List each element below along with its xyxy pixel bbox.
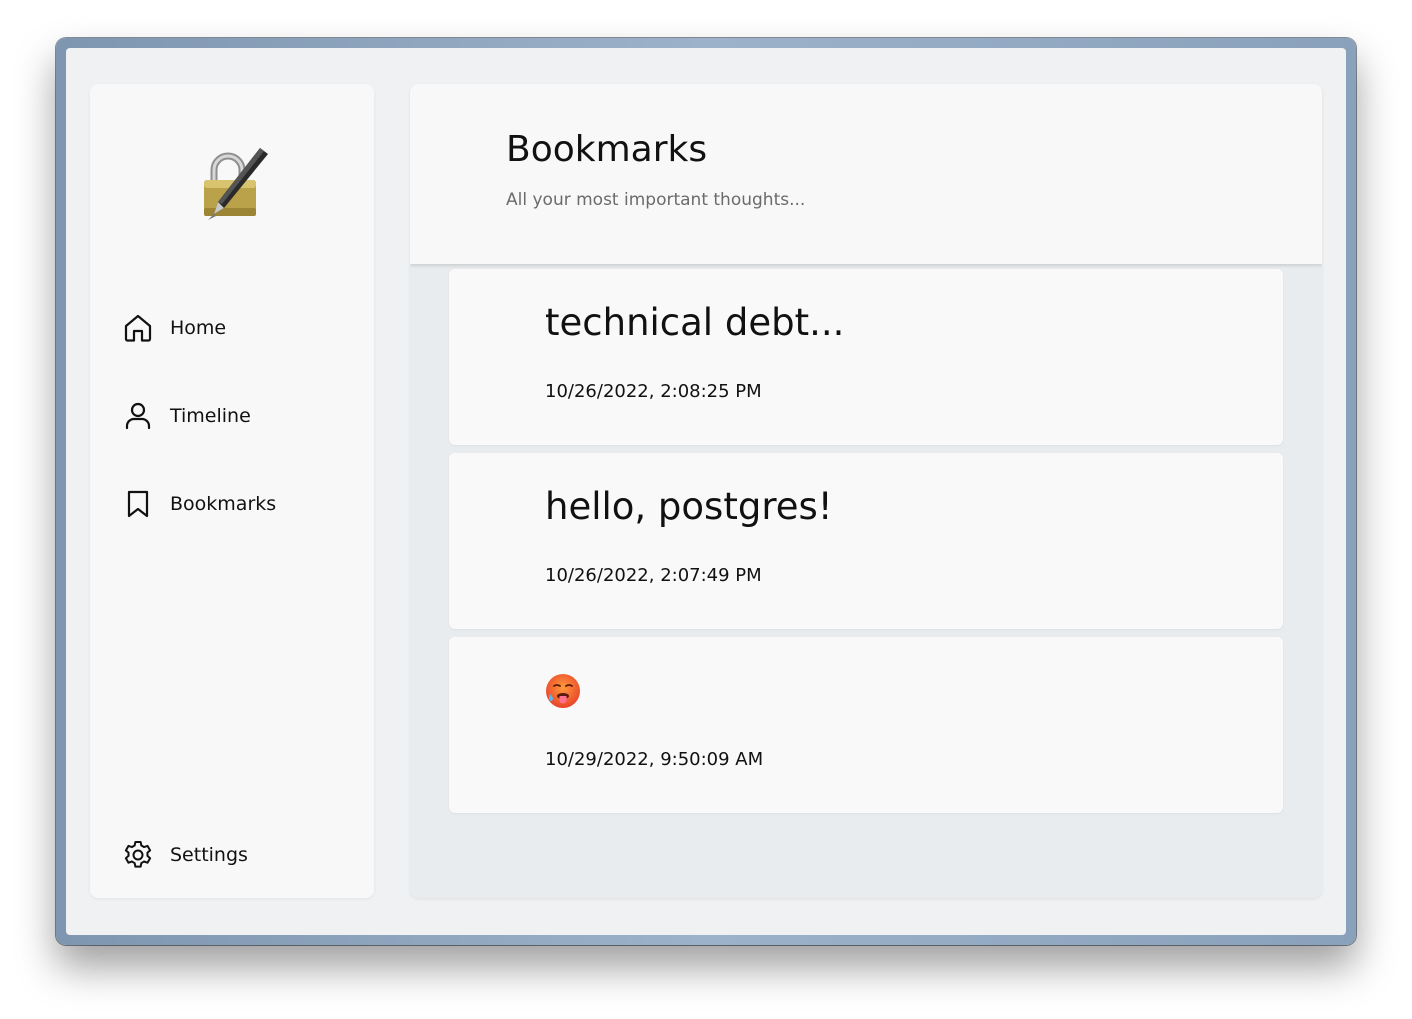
sidebar-item-label: Home	[170, 317, 227, 339]
page-title: Bookmarks	[506, 129, 708, 170]
gear-icon	[124, 841, 152, 868]
sidebar-item-label: Bookmarks	[170, 493, 277, 515]
bookmark-icon	[127, 490, 149, 518]
bookmark-card[interactable]: technical debt... 10/26/2022, 2:08:25 PM	[449, 269, 1283, 445]
page-header: Bookmarks All your most important though…	[410, 84, 1322, 264]
main-content: Bookmarks All your most important though…	[410, 84, 1322, 898]
sidebar-item-timeline[interactable]: Timeline	[122, 399, 251, 433]
bookmark-date: 10/26/2022, 2:07:49 PM	[545, 565, 762, 586]
sidebar-item-home[interactable]: Home	[122, 311, 226, 345]
bookmark-text: technical debt...	[545, 301, 845, 344]
user-icon	[125, 402, 151, 430]
bookmark-text: hello, postgres!	[545, 485, 833, 528]
sidebar-item-bookmarks[interactable]: Bookmarks	[122, 487, 276, 521]
locked-with-pen-icon[interactable]	[194, 142, 270, 222]
bookmark-card[interactable]: 10/29/2022, 9:50:09 AM	[449, 637, 1283, 813]
bookmark-date: 10/29/2022, 9:50:09 AM	[545, 749, 764, 770]
page-subtitle: All your most important thoughts...	[506, 190, 806, 210]
app-container: Home Timeline Bookmarks Settings Bookmar…	[66, 48, 1346, 935]
hot-face-emoji-icon	[546, 674, 580, 708]
sidebar-item-label: Timeline	[170, 405, 251, 427]
sidebar-item-settings[interactable]: Settings	[122, 838, 248, 872]
bookmark-card[interactable]: hello, postgres! 10/26/2022, 2:07:49 PM	[449, 453, 1283, 629]
app-window: Home Timeline Bookmarks Settings Bookmar…	[56, 38, 1356, 945]
sidebar-item-label: Settings	[170, 844, 248, 866]
sidebar: Home Timeline Bookmarks Settings	[90, 84, 374, 898]
bookmark-date: 10/26/2022, 2:08:25 PM	[545, 381, 762, 402]
home-icon	[124, 314, 152, 342]
